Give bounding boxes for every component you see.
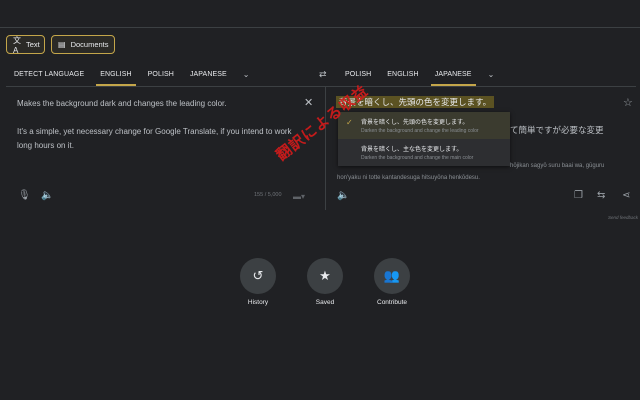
text-mode-label: Text — [26, 40, 40, 49]
translation-line-2: て簡単ですが必要な変更 — [510, 125, 604, 135]
tab-label: POLISH — [345, 70, 372, 78]
divider — [6, 86, 325, 87]
documents-mode-label: Documents — [70, 40, 109, 49]
alternative-item[interactable]: ✓ 背景を暗くし、先頭の色を変更します。 Darken the backgrou… — [338, 112, 510, 139]
source-line-1: Makes the background dark and changes th… — [17, 99, 227, 108]
tab-label: POLISH — [147, 70, 174, 78]
speaker-icon[interactable]: 🔈 — [41, 191, 53, 201]
contribute-button[interactable]: 👥 — [374, 258, 410, 294]
source-text-area[interactable]: Makes the background dark and changes th… — [17, 97, 295, 153]
star-icon: ★ — [319, 268, 331, 283]
chevron-down-icon[interactable]: ⌄ — [235, 70, 258, 79]
saved-label: Saved — [315, 299, 335, 306]
copy-icon[interactable]: ❐ — [574, 191, 583, 201]
alternative-gloss: Darken the background and change the mai… — [361, 155, 474, 161]
saved-button[interactable]: ★ — [307, 258, 343, 294]
tab-polish[interactable]: POLISH — [140, 62, 182, 86]
speaker-icon[interactable]: 🔈 — [337, 191, 349, 201]
star-icon[interactable]: ☆ — [623, 98, 633, 109]
text-mode-button[interactable]: 文A Text — [6, 35, 45, 55]
romanization-line-1: hōjikan sagyō suru baai wa, gūguru — [510, 163, 605, 169]
history-label: History — [247, 299, 269, 306]
history-button[interactable]: ↺ — [240, 258, 276, 294]
history-icon: ↺ — [252, 268, 264, 283]
divider — [326, 86, 636, 87]
tab-detect-language[interactable]: DETECT LANGUAGE — [6, 62, 92, 86]
tab-label: DETECT LANGUAGE — [14, 70, 85, 78]
source-language-tabs: DETECT LANGUAGE ENGLISH POLISH JAPANESE … — [6, 62, 258, 86]
swap-languages-icon[interactable]: ⇄ — [319, 69, 327, 80]
check-icon: ✓ — [346, 118, 353, 127]
chevron-down-icon[interactable]: ⌄ — [480, 70, 503, 79]
tab-label: JAPANESE — [434, 70, 472, 78]
tab-target-english[interactable]: ENGLISH — [379, 62, 426, 86]
translate-icon: 文A — [13, 35, 21, 55]
send-feedback-link[interactable]: Send feedback — [608, 215, 638, 220]
tab-label: JAPANESE — [189, 70, 227, 78]
character-counter: 155 / 5,000 — [254, 192, 282, 198]
keyboard-icon[interactable]: ▬▾ — [293, 192, 305, 202]
clear-text-icon[interactable]: ✕ — [304, 98, 313, 109]
tab-english[interactable]: ENGLISH — [92, 62, 139, 86]
rate-translation-icon[interactable]: ⇆ — [597, 191, 605, 201]
tab-target-japanese[interactable]: JAPANESE — [427, 62, 480, 86]
tab-label: ENGLISH — [387, 70, 419, 78]
romanization-line-2: hon'yaku ni totte kantandesuga hitsuyōna… — [337, 175, 480, 181]
document-icon: ▤ — [58, 40, 66, 49]
tab-label: ENGLISH — [100, 70, 132, 78]
source-line-2: It's a simple, yet necessary change for … — [17, 127, 292, 150]
alternative-text: 背景を暗くし、主な色を変更します。 — [361, 147, 463, 153]
documents-mode-button[interactable]: ▤ Documents — [51, 35, 115, 54]
share-icon[interactable]: ⋖ — [622, 191, 630, 201]
alternatives-dropdown: ✓ 背景を暗くし、先頭の色を変更します。 Darken the backgrou… — [338, 112, 510, 166]
contribute-icon: 👥 — [383, 268, 401, 283]
contribute-label: Contribute — [377, 299, 407, 306]
alternative-item[interactable]: 背景を暗くし、主な色を変更します。 Darken the background … — [338, 139, 510, 166]
top-bar — [0, 0, 640, 28]
alternative-gloss: Darken the background and change the lea… — [361, 128, 479, 134]
tab-japanese[interactable]: JAPANESE — [182, 62, 235, 86]
alternative-text: 背景を暗くし、先頭の色を変更します。 — [361, 120, 469, 126]
microphone-icon[interactable]: 🎙 — [18, 191, 31, 201]
